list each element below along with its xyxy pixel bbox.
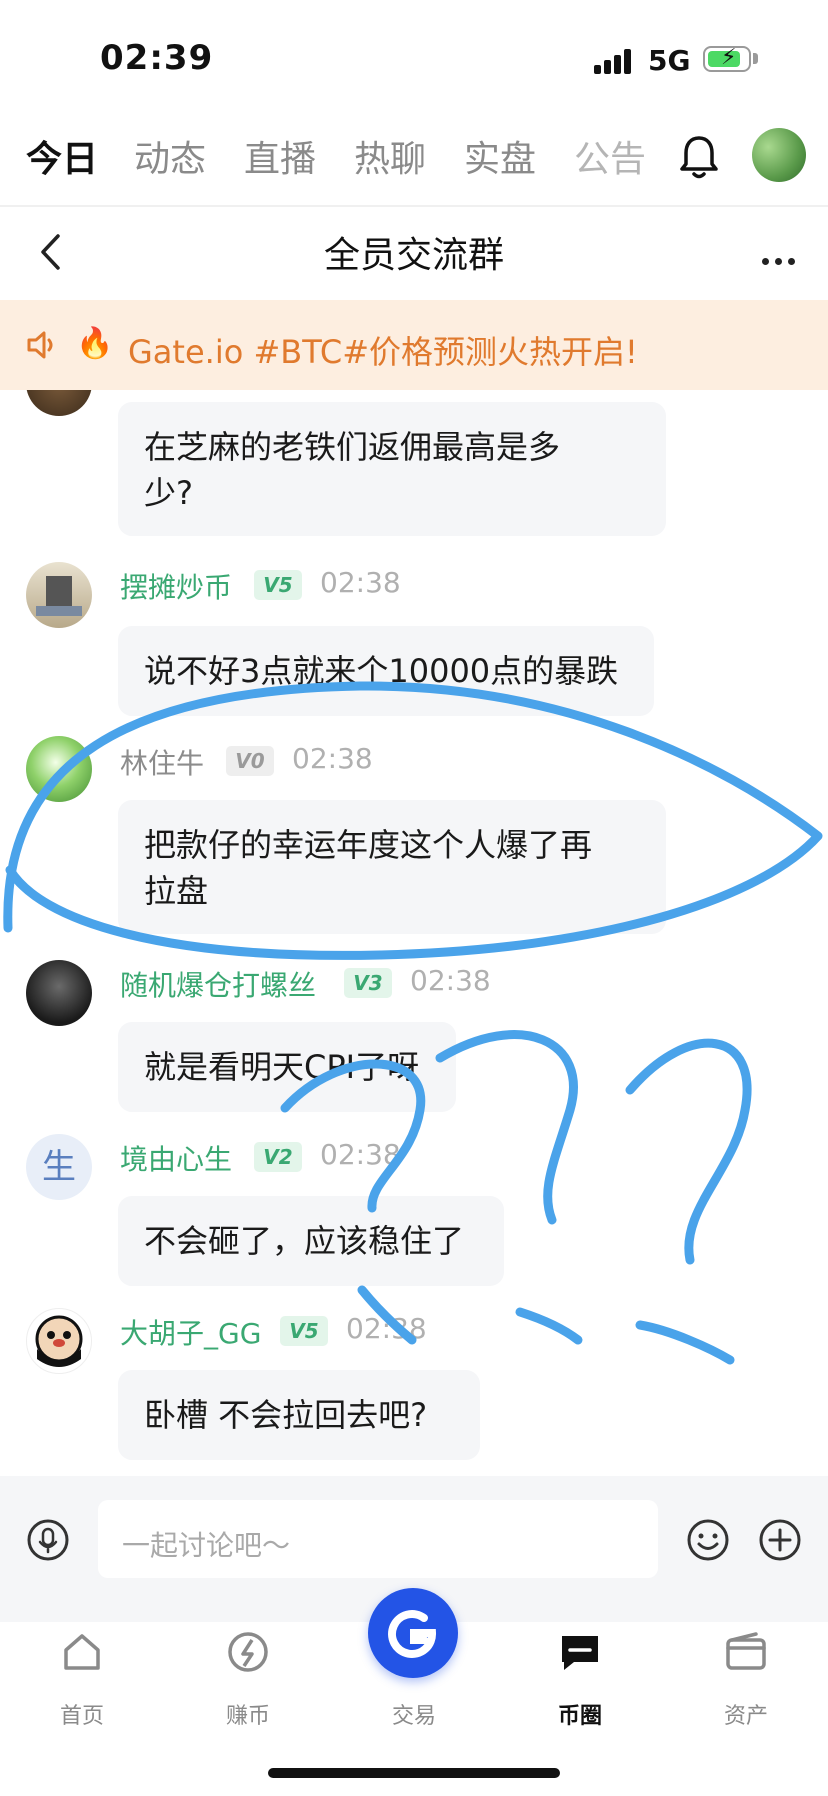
message-bubble[interactable]: 卧槽 不会拉回去吧? <box>118 1370 480 1460</box>
nav-label-earn[interactable]: 赚币 <box>188 1698 308 1730</box>
level-badge: V3 <box>344 968 392 998</box>
tab-live[interactable]: 直播 <box>244 130 316 182</box>
nav-label-community[interactable]: 币圈 <box>520 1698 640 1730</box>
message-time: 02:38 <box>410 964 491 997</box>
avatar[interactable] <box>26 562 92 628</box>
nav-label-home[interactable]: 首页 <box>22 1698 142 1730</box>
home-indicator <box>268 1768 560 1778</box>
message-time: 02:38 <box>320 1138 401 1171</box>
avatar[interactable] <box>26 1308 92 1374</box>
bell-icon[interactable] <box>678 134 720 184</box>
nav-label-assets[interactable]: 资产 <box>686 1698 806 1730</box>
network-label: 5G <box>648 44 691 77</box>
avatar[interactable] <box>26 960 92 1026</box>
wallet-icon[interactable] <box>686 1628 806 1680</box>
message-time: 02:38 <box>292 742 373 775</box>
message-time: 02:38 <box>320 566 401 599</box>
message-text: 拉盘 <box>144 872 209 910</box>
community-icon[interactable] <box>520 1628 640 1680</box>
level-badge: V0 <box>226 746 274 776</box>
message-text: 把款仔的幸运年度这个人爆了再 <box>144 826 593 864</box>
avatar[interactable] <box>26 390 92 416</box>
message-bubble[interactable]: 说不好3点就来个10000点的暴跌 <box>118 626 654 716</box>
notice-text: Gate.io #BTC#价格预测火热开启! <box>128 333 638 371</box>
message-text: 卧槽 不会拉回去吧? <box>144 1396 428 1434</box>
trade-logo-icon <box>388 1610 437 1659</box>
username[interactable]: 林住牛 <box>120 742 204 782</box>
message-bubble[interactable]: 在芝麻的老铁们返佣最高是多 少? <box>118 402 666 536</box>
message-bubble[interactable]: 把款仔的幸运年度这个人爆了再 拉盘 <box>118 800 666 934</box>
speaker-icon <box>26 330 60 364</box>
message-time: 02:38 <box>346 1312 427 1345</box>
more-icon[interactable] <box>762 250 801 269</box>
user-avatar[interactable] <box>752 128 806 182</box>
header-divider <box>0 205 828 207</box>
level-badge: V2 <box>254 1142 302 1172</box>
tab-today[interactable]: 今日 <box>26 130 98 182</box>
level-badge: V5 <box>254 570 302 600</box>
message-text: 在芝麻的老铁们返佣最高是多 <box>144 428 561 466</box>
message-text: 说不好3点就来个10000点的暴跌 <box>144 652 619 690</box>
message-text: 就是看明天CPI了呀 <box>144 1048 420 1086</box>
tab-announcement[interactable]: 公告 <box>574 130 646 182</box>
earn-icon[interactable] <box>188 1628 308 1680</box>
tab-hot-chat[interactable]: 热聊 <box>354 130 426 182</box>
page-title: 全员交流群 <box>323 235 504 276</box>
username[interactable]: 摆摊炒币 <box>120 566 232 606</box>
microphone-icon[interactable] <box>26 1518 70 1566</box>
level-badge: V5 <box>280 1316 328 1346</box>
message-text: 少? <box>144 474 193 512</box>
message-bubble[interactable]: 不会砸了，应该稳住了 <box>118 1196 504 1286</box>
input-placeholder: 一起讨论吧～ <box>122 1529 291 1562</box>
message-bubble[interactable]: 就是看明天CPI了呀 <box>118 1022 456 1112</box>
message-list[interactable]: 在芝麻的老铁们返佣最高是多 少? 摆摊炒币 V5 02:38 说不好3点就来个1… <box>0 390 828 1476</box>
username[interactable]: 大胡子_GG <box>120 1312 261 1352</box>
fire-icon: 🔥 <box>76 326 114 361</box>
home-icon[interactable] <box>22 1628 142 1680</box>
message-text: 不会砸了，应该稳住了 <box>144 1222 465 1260</box>
emoji-icon[interactable] <box>686 1518 730 1566</box>
avatar[interactable] <box>26 736 92 802</box>
signal-icon <box>594 48 634 74</box>
trade-button[interactable] <box>368 1588 458 1678</box>
tab-real-trading[interactable]: 实盘 <box>464 130 536 182</box>
battery-icon: ⚡ <box>703 45 751 72</box>
plus-icon[interactable] <box>758 1518 802 1566</box>
username[interactable]: 随机爆仓打螺丝 <box>120 964 316 1004</box>
nav-label-trade[interactable]: 交易 <box>354 1698 474 1730</box>
avatar[interactable]: 生 <box>26 1134 92 1200</box>
battery-nub <box>753 53 758 64</box>
status-time: 02:39 <box>100 38 214 78</box>
username[interactable]: 境由心生 <box>120 1138 232 1178</box>
tab-feed[interactable]: 动态 <box>134 130 206 182</box>
